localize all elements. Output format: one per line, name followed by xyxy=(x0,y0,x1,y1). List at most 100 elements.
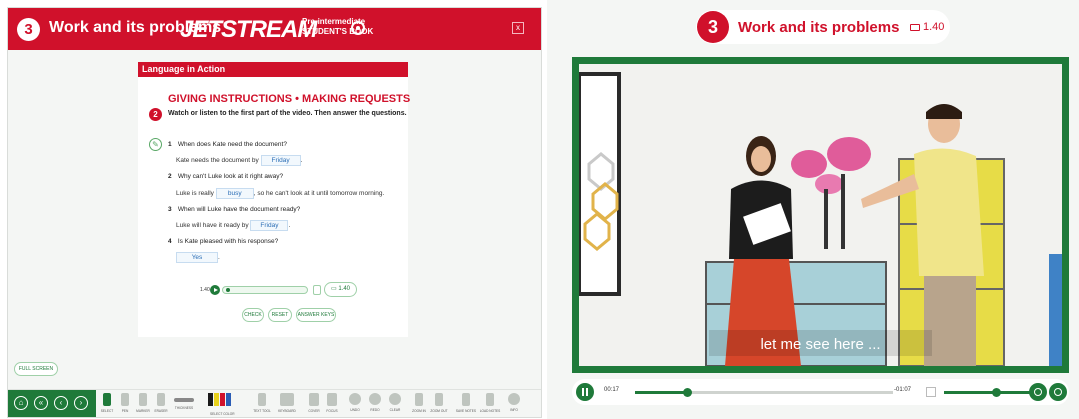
marker-icon xyxy=(139,393,147,406)
focus-tool[interactable]: FOCUS xyxy=(321,393,343,413)
cover-icon xyxy=(309,393,319,406)
answer-row-4: Yes. xyxy=(176,252,220,263)
text-icon xyxy=(258,393,266,406)
exercise-number: 2 xyxy=(149,108,162,121)
color-palette[interactable] xyxy=(208,393,238,406)
next-page-icon[interactable]: › xyxy=(74,396,88,410)
answer-keys-button[interactable]: ANSWER KEYS xyxy=(296,308,336,322)
eraser-icon xyxy=(157,393,165,406)
undo-button[interactable]: UNDO xyxy=(344,393,366,412)
answer-suffix: , so he can't look at it until tomorrow … xyxy=(253,190,385,198)
answer-prefix: Kate needs the document by xyxy=(176,157,259,165)
volume-icon[interactable] xyxy=(926,387,936,397)
home-icon[interactable]: ⌂ xyxy=(14,396,28,410)
unit-number-badge: 3 xyxy=(17,18,40,41)
focus-icon xyxy=(327,393,337,406)
pencil-icon[interactable]: ✎ xyxy=(149,138,162,151)
reset-button[interactable]: RESET xyxy=(268,308,292,322)
video-header: 3 Work and its problems 1.40 xyxy=(696,10,950,44)
thickness-icon xyxy=(174,398,194,402)
keyboard-icon xyxy=(280,393,294,406)
video-subtitle: let me see here ... xyxy=(760,336,881,353)
subtitles-icon[interactable] xyxy=(1029,383,1047,401)
color-blue[interactable] xyxy=(226,393,231,406)
seek-handle[interactable] xyxy=(682,388,692,397)
thickness-tool[interactable]: THICKNESS xyxy=(173,393,195,410)
play-icon[interactable] xyxy=(210,285,220,295)
volume-slider[interactable] xyxy=(944,391,1031,394)
volume-handle[interactable] xyxy=(992,388,1002,397)
book-page: Language in Action GIVING INSTRUCTIONS •… xyxy=(138,62,410,337)
answer-field[interactable]: Friday xyxy=(260,155,301,166)
annotation-toolbar: ⌂ « ‹ › SELECT PEN MARKER ERASER THICKNE… xyxy=(8,389,541,417)
audio-options-icon[interactable] xyxy=(313,285,321,295)
question-number: 3 xyxy=(168,206,172,213)
question-2: 2 Why can't Luke look at it right away? xyxy=(168,173,283,180)
redo-icon xyxy=(369,393,381,405)
clear-button[interactable]: CLEAR xyxy=(384,393,406,412)
eraser-tool[interactable]: ERASER xyxy=(150,393,172,413)
answer-row-3: Luke will have it ready by Friday. xyxy=(176,220,290,231)
answer-row-2: Luke is really busy, so he can't look at… xyxy=(176,188,384,199)
fullscreen-icon[interactable] xyxy=(1049,383,1067,401)
undo-icon xyxy=(349,393,361,405)
text-tool[interactable]: TEXT TOOL xyxy=(251,393,273,413)
book-viewer: 3 Work and its problems JETSTREAM Pre-in… xyxy=(7,7,542,418)
answer-suffix: . xyxy=(300,157,303,165)
video-still xyxy=(579,64,1062,366)
cursor-icon xyxy=(103,393,111,406)
zoom-out-button[interactable]: ZOOM OUT xyxy=(428,393,450,413)
question-number: 4 xyxy=(168,238,172,245)
seek-progress xyxy=(635,391,687,394)
save-notes-button[interactable]: SAVE NOTES xyxy=(455,393,477,413)
pause-icon[interactable] xyxy=(576,383,594,401)
clear-icon xyxy=(389,393,401,405)
brand-logo: JETSTREAM xyxy=(180,16,317,43)
exercise-instruction: Watch or listen to the first part of the… xyxy=(168,110,407,117)
previous-page-icon[interactable]: ‹ xyxy=(54,396,68,410)
close-button[interactable]: x xyxy=(512,22,524,34)
section-banner: Language in Action xyxy=(138,62,408,77)
load-notes-button[interactable]: LOAD NOTES xyxy=(479,393,501,413)
page-navigation: ⌂ « ‹ › xyxy=(8,390,96,417)
save-icon xyxy=(462,393,470,406)
video-seek-slider[interactable] xyxy=(635,388,893,397)
video-frame[interactable]: let me see here ... xyxy=(572,57,1069,373)
book-topbar: 3 Work and its problems JETSTREAM Pre-in… xyxy=(8,8,541,50)
answer-prefix: Luke will have it ready by xyxy=(176,222,249,230)
zoom-out-icon xyxy=(435,393,443,406)
load-icon xyxy=(486,393,494,406)
color-yellow[interactable] xyxy=(214,393,219,406)
question-3: 3 When will Luke have the document ready… xyxy=(168,206,300,213)
check-button[interactable]: CHECK xyxy=(242,308,264,322)
camera-icon xyxy=(910,23,920,31)
answer-row-1: Kate needs the document by Friday. xyxy=(176,155,302,166)
remaining-time: -01:07 xyxy=(894,387,912,393)
color-black[interactable] xyxy=(208,393,213,406)
app-root: 3 Work and its problems JETSTREAM Pre-in… xyxy=(0,0,1079,419)
answer-field[interactable]: Yes xyxy=(176,252,218,263)
first-page-icon[interactable]: « xyxy=(34,396,48,410)
answer-field[interactable]: busy xyxy=(215,188,254,199)
redo-button[interactable]: REDO xyxy=(364,393,386,412)
pen-icon xyxy=(121,393,129,406)
full-screen-button[interactable]: FULL SCREEN xyxy=(14,362,58,376)
keyboard-tool[interactable]: KEYBOARD xyxy=(276,393,298,413)
video-controls: 00:17 -01:07 xyxy=(572,379,1069,405)
info-button[interactable]: INFO xyxy=(503,393,525,412)
video-duration: 1.40 xyxy=(338,286,351,292)
answer-field[interactable]: Friday xyxy=(250,220,289,231)
question-4: 4 Is Kate pleased with his response? xyxy=(168,238,278,245)
color-red[interactable] xyxy=(220,393,225,406)
question-text: Is Kate pleased with his response? xyxy=(177,238,279,245)
video-button[interactable]: ▭ 1.40 xyxy=(324,282,357,297)
audio-progress-slider[interactable] xyxy=(222,286,308,294)
video-title: Work and its problems xyxy=(738,19,900,36)
question-text: Why can't Luke look at it right away? xyxy=(177,173,284,180)
zoom-in-button[interactable]: ZOOM IN xyxy=(408,393,430,413)
question-1: 1 When does Kate need the document? xyxy=(168,141,287,148)
video-duration-badge: 1.40 xyxy=(910,21,944,33)
question-text: When will Luke have the document ready? xyxy=(177,206,301,213)
select-color-label: SELECT COLOR xyxy=(210,412,235,416)
question-number: 1 xyxy=(168,141,172,148)
